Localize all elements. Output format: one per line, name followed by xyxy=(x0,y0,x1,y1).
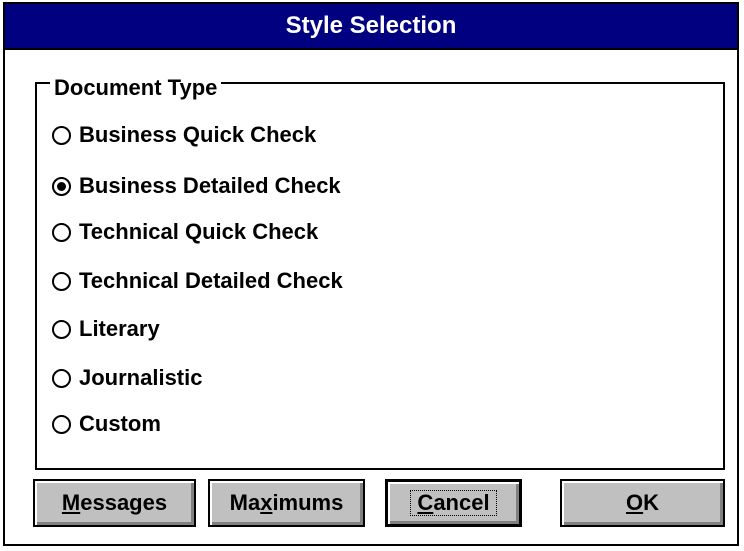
button-label: Cancel xyxy=(410,490,497,516)
option-label: Business Quick Check xyxy=(79,122,317,147)
radio-button-selected-icon[interactable] xyxy=(52,176,71,196)
radio-button-icon[interactable] xyxy=(52,271,71,291)
radio-button-icon[interactable] xyxy=(52,222,71,242)
option-label: Literary xyxy=(79,316,160,341)
option-label: Journalistic xyxy=(79,365,203,390)
option-label: Technical Quick Check xyxy=(79,219,319,244)
radio-button-icon[interactable] xyxy=(52,125,71,145)
button-label: Messages xyxy=(61,490,168,515)
title-bar[interactable]: Style Selection xyxy=(5,4,737,50)
option-label: Custom xyxy=(79,411,161,436)
button-label: OK xyxy=(625,490,659,515)
option-literary[interactable]: Literary xyxy=(52,314,160,344)
button-label: Maximums xyxy=(229,490,344,515)
style-selection-dialog: Style Selection Document Type Business Q… xyxy=(3,2,739,546)
option-business-detailed-check[interactable]: Business Detailed Check xyxy=(52,171,341,201)
ok-button[interactable]: OK xyxy=(560,479,725,527)
option-journalistic[interactable]: Journalistic xyxy=(52,363,202,393)
option-technical-quick-check[interactable]: Technical Quick Check xyxy=(52,217,318,247)
option-label: Business Detailed Check xyxy=(79,173,341,198)
radio-button-icon[interactable] xyxy=(52,368,71,388)
cancel-button[interactable]: Cancel xyxy=(385,479,522,527)
option-label: Technical Detailed Check xyxy=(79,268,343,293)
option-technical-detailed-check[interactable]: Technical Detailed Check xyxy=(52,266,343,296)
radio-button-icon[interactable] xyxy=(52,319,71,339)
dialog-title: Style Selection xyxy=(285,12,457,39)
radio-button-icon[interactable] xyxy=(52,414,71,434)
group-label: Document Type xyxy=(50,74,222,102)
option-business-quick-check[interactable]: Business Quick Check xyxy=(52,120,316,150)
messages-button[interactable]: Messages xyxy=(33,479,196,527)
option-custom[interactable]: Custom xyxy=(52,409,161,439)
maximums-button[interactable]: Maximums xyxy=(208,479,365,527)
